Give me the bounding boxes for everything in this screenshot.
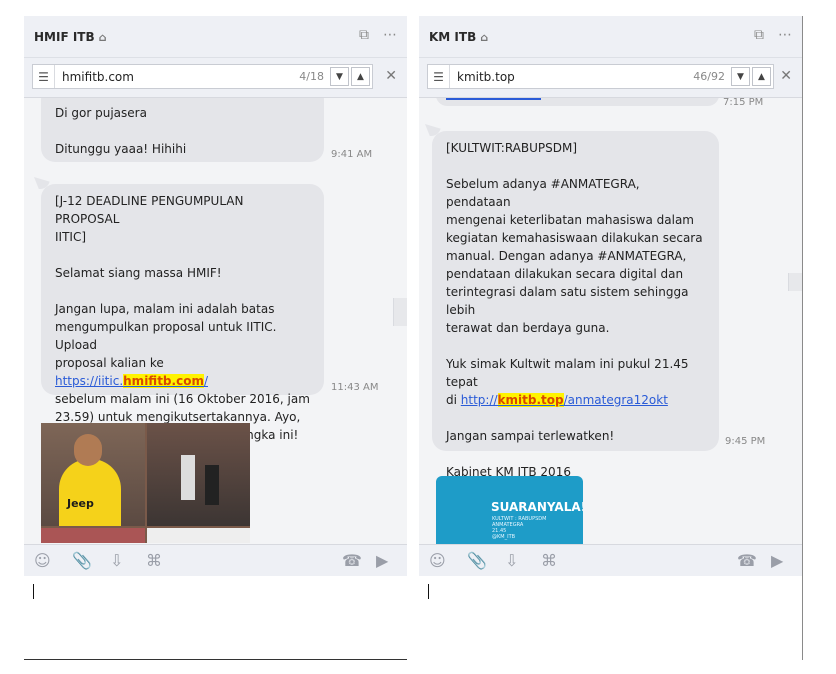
- image-attachment[interactable]: SUARANYALA! KULTWIT : RABUPSDM ANMATEGRA…: [436, 476, 583, 544]
- search-input[interactable]: hmifitb.com: [55, 70, 299, 84]
- crop-icon[interactable]: ⌘: [541, 551, 557, 570]
- chevron-up-icon[interactable]: ▲: [351, 67, 370, 86]
- message-time: 9:45 PM: [725, 436, 766, 447]
- search-box: ☰ hmifitb.com 4/18 ▼ ▲: [32, 64, 373, 89]
- message-link[interactable]: https://iitic.hmifitb.com/: [55, 374, 208, 388]
- home-icon: ⌂: [98, 31, 107, 44]
- download-icon[interactable]: ⇩: [110, 551, 123, 570]
- chat-title[interactable]: HMIF ITB: [34, 30, 95, 44]
- copy-window-icon[interactable]: ⧉: [359, 27, 369, 43]
- chat-panel-right: KM ITB ⌂ ⧉ ⋯ ☰ kmitb.top 46/92 ▼ ▲ ✕ 7:15…: [419, 16, 803, 660]
- emoji-icon[interactable]: ☺: [429, 551, 446, 570]
- chat-title[interactable]: KM ITB: [429, 30, 476, 44]
- phone-icon[interactable]: ☎: [737, 551, 757, 570]
- message-text: [KULTWIT:RABUPSDM] Sebelum adanya #ANMAT…: [446, 141, 703, 497]
- message-input[interactable]: [24, 576, 407, 660]
- download-icon[interactable]: ⇩: [505, 551, 518, 570]
- message-time: 7:15 PM: [723, 98, 764, 108]
- image-subtitle: KULTWIT : RABUPSDM ANMATEGRA 21.45 @KM_I…: [492, 516, 547, 540]
- photo-caption: Jeep: [67, 497, 94, 510]
- search-bar: ☰ kmitb.top 46/92 ▼ ▲ ✕: [419, 58, 802, 98]
- chevron-down-icon[interactable]: ▼: [731, 67, 750, 86]
- more-icon[interactable]: ⋯: [383, 27, 397, 43]
- search-box: ☰ kmitb.top 46/92 ▼ ▲: [427, 64, 774, 89]
- close-icon[interactable]: ✕: [385, 68, 397, 84]
- composer-toolbar: ☺ 📎 ⇩ ⌘ ☎ ▶: [419, 544, 802, 576]
- video-icon[interactable]: ▶: [771, 551, 783, 570]
- composer-toolbar: ☺ 📎 ⇩ ⌘ ☎ ▶: [24, 544, 407, 576]
- message-input[interactable]: [419, 576, 802, 660]
- message-bubble: Di gor pujasera Ditunggu yaaa! Hihihi: [41, 98, 324, 162]
- close-icon[interactable]: ✕: [780, 68, 792, 84]
- emoji-icon[interactable]: ☺: [34, 551, 51, 570]
- message-bubble: [J-12 DEADLINE PENGUMPULAN PROPOSAL IITI…: [34, 177, 324, 442]
- message-bubble: [436, 98, 719, 106]
- message-time: 9:41 AM: [331, 149, 373, 160]
- text-caret: [428, 584, 429, 599]
- phone-icon[interactable]: ☎: [342, 551, 362, 570]
- chevron-up-icon[interactable]: ▲: [752, 67, 771, 86]
- crop-icon[interactable]: ⌘: [146, 551, 162, 570]
- chat-panel-left: HMIF ITB ⌂ ⧉ ⋯ ☰ hmifitb.com 4/18 ▼ ▲ ✕ D…: [24, 16, 407, 660]
- home-icon: ⌂: [480, 31, 489, 44]
- message-list: Di gor pujasera Ditunggu yaaa! Hihihi 9:…: [24, 98, 407, 544]
- list-icon[interactable]: ☰: [33, 65, 55, 88]
- message-list: 7:15 PM [KULTWIT:RABUPSDM] Sebelum adany…: [419, 98, 802, 544]
- search-bar: ☰ hmifitb.com 4/18 ▼ ▲ ✕: [24, 58, 407, 98]
- message-link[interactable]: http://kmitb.top/anmategra12okt: [461, 393, 668, 407]
- attach-icon[interactable]: 📎: [467, 551, 487, 570]
- list-icon[interactable]: ☰: [428, 65, 450, 88]
- attach-icon[interactable]: 📎: [72, 551, 92, 570]
- image-title: SUARANYALA!: [491, 500, 583, 514]
- text-caret: [33, 584, 34, 599]
- message-text: Di gor pujasera Ditunggu yaaa! Hihihi: [55, 106, 187, 156]
- search-count: 46/92: [693, 70, 725, 83]
- chat-header: HMIF ITB ⌂ ⧉ ⋯: [24, 16, 407, 58]
- photo-collage[interactable]: Jeep: [41, 423, 250, 543]
- chat-header: KM ITB ⌂ ⧉ ⋯: [419, 16, 802, 58]
- scrollbar-thumb[interactable]: [788, 273, 802, 291]
- search-count: 4/18: [299, 70, 324, 83]
- video-icon[interactable]: ▶: [376, 551, 388, 570]
- chevron-down-icon[interactable]: ▼: [330, 67, 349, 86]
- search-input[interactable]: kmitb.top: [450, 70, 693, 84]
- copy-window-icon[interactable]: ⧉: [754, 27, 764, 43]
- message-text: [J-12 DEADLINE PENGUMPULAN PROPOSAL IITI…: [55, 194, 310, 442]
- more-icon[interactable]: ⋯: [778, 27, 792, 43]
- scrollbar-thumb[interactable]: [393, 298, 407, 326]
- message-time: 11:43 AM: [331, 382, 379, 393]
- message-bubble: [KULTWIT:RABUPSDM] Sebelum adanya #ANMAT…: [425, 124, 719, 497]
